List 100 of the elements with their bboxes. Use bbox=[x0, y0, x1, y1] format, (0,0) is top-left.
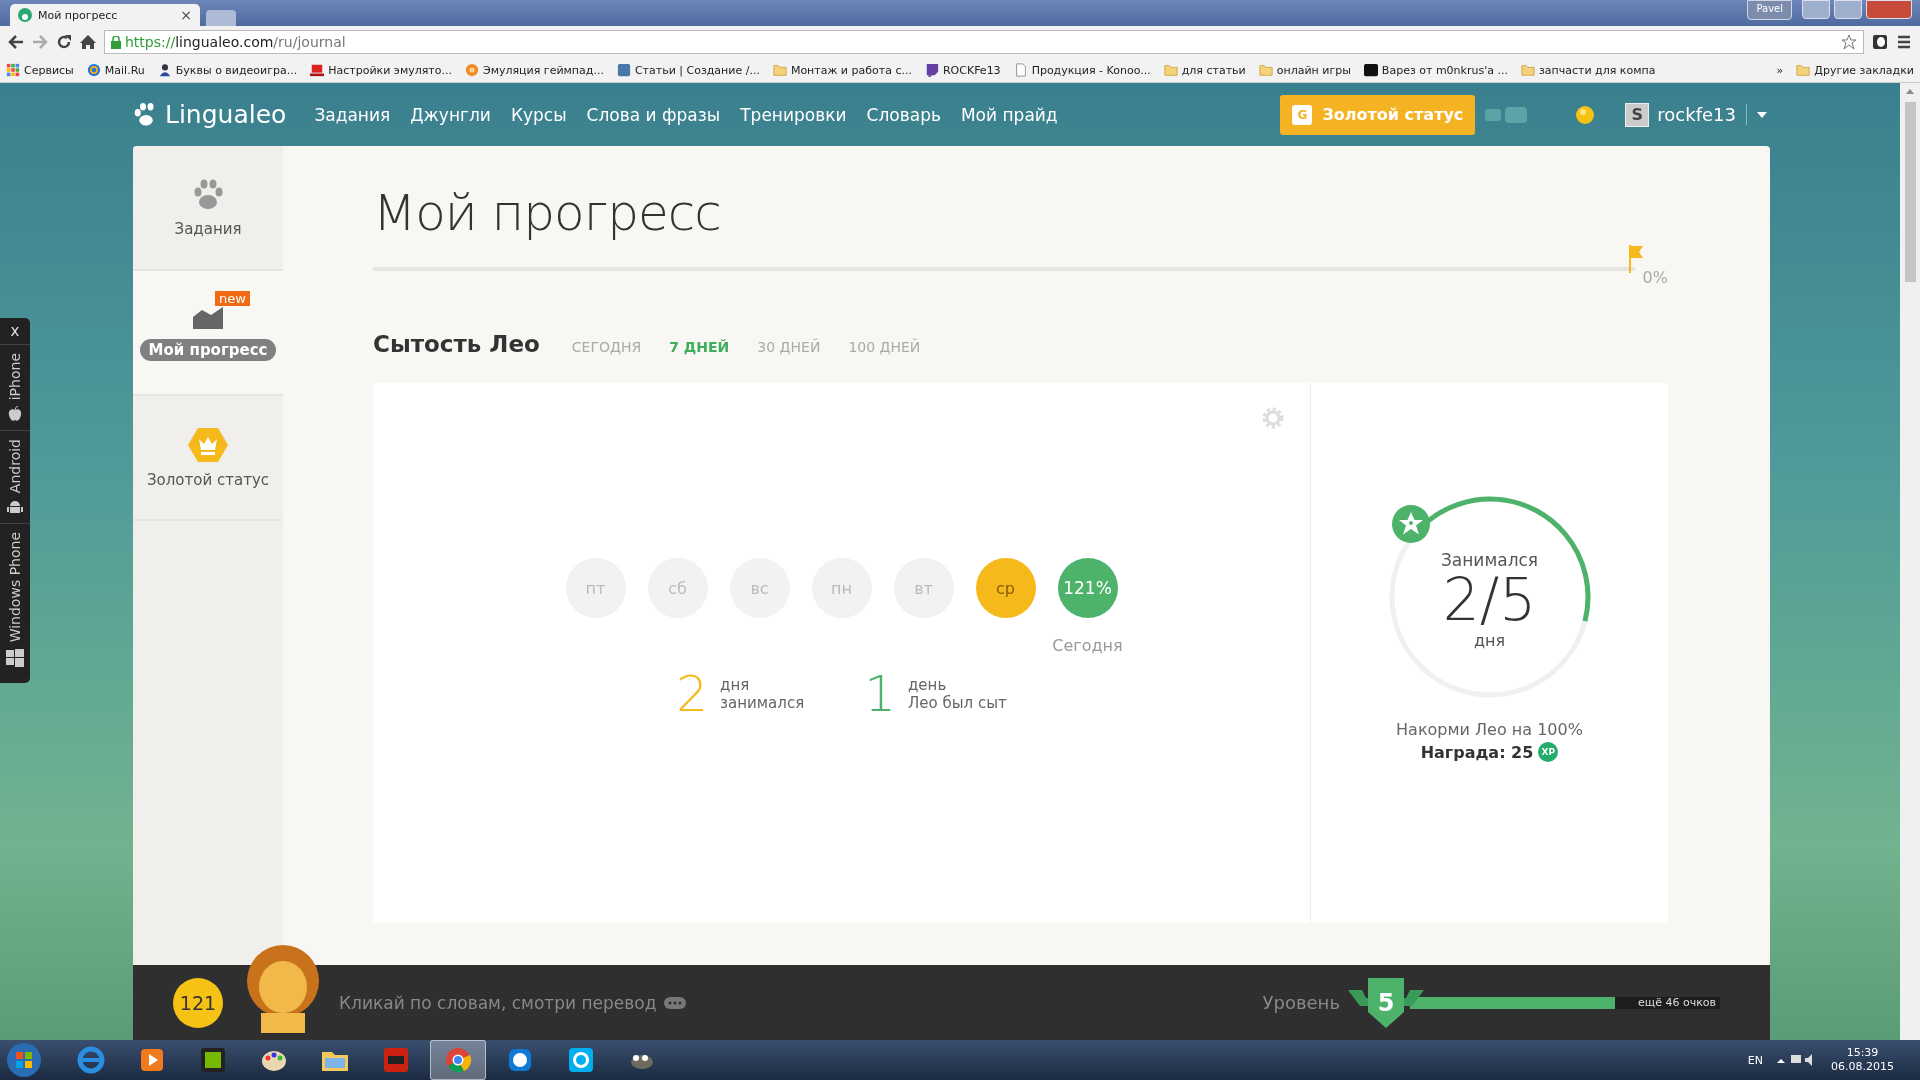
coin-icon[interactable] bbox=[1575, 104, 1596, 125]
bookmark-icon bbox=[1363, 63, 1378, 77]
app-link[interactable]: iPhone bbox=[7, 353, 23, 401]
bookmark[interactable]: Варез от m0nkrus'a ... bbox=[1363, 63, 1508, 77]
level-label: Уровень bbox=[1262, 992, 1340, 1013]
coin-count[interactable]: 121 bbox=[173, 977, 223, 1028]
scrollbar[interactable] bbox=[1900, 83, 1920, 1040]
xp-badge: XP bbox=[1538, 742, 1559, 762]
hint-text: Кликай по словам, смотри перевод bbox=[339, 992, 657, 1013]
address-field[interactable]: https://lingualeo.com/ru/journal bbox=[104, 30, 1864, 54]
page-title: Мой прогресс bbox=[373, 184, 722, 242]
bookmark[interactable]: Продукция - Konoo... bbox=[1013, 63, 1151, 77]
clock-time[interactable]: 15:39 bbox=[1846, 1045, 1879, 1060]
stat-caption: Лео был сыт bbox=[908, 694, 1007, 712]
sidebar-label: Мой прогресс bbox=[139, 338, 277, 361]
browser-tab[interactable]: Мой прогресс × bbox=[10, 4, 200, 26]
sidebar-item[interactable]: new Мой прогресс bbox=[133, 271, 283, 396]
bookmark[interactable]: Mail.Ru bbox=[86, 63, 145, 77]
folder-icon bbox=[772, 63, 787, 77]
stat-caption: день bbox=[908, 676, 948, 694]
apple-icon bbox=[7, 406, 23, 423]
app-link[interactable]: Windows Phone bbox=[7, 532, 23, 643]
bookmark[interactable]: запчасти для компа bbox=[1520, 63, 1656, 77]
today-label: Сегодня bbox=[1052, 636, 1123, 655]
close-button[interactable]: x bbox=[10, 318, 20, 344]
new-badge: new bbox=[215, 291, 250, 306]
logo-text[interactable]: Lingualeo bbox=[165, 100, 287, 129]
folder-icon bbox=[1796, 63, 1811, 77]
bookmark[interactable]: Буквы о видеоигра... bbox=[157, 63, 298, 77]
bookmark[interactable]: Статьи | Создание /... bbox=[616, 63, 760, 77]
ring-heading: Занимался bbox=[1440, 550, 1539, 571]
bookmark-icon bbox=[157, 63, 172, 77]
bookmark[interactable]: онлайн игры bbox=[1258, 63, 1351, 77]
day-circle: ср bbox=[975, 558, 1036, 618]
chart-icon bbox=[192, 304, 224, 331]
windows-icon bbox=[6, 648, 24, 667]
clock-date[interactable]: 06.08.2015 bbox=[1831, 1060, 1894, 1075]
bookmark-icon bbox=[1013, 63, 1028, 77]
bookmark-icon bbox=[616, 63, 631, 77]
tab-title: Мой прогресс bbox=[38, 8, 118, 22]
section-title: Сытость Лео bbox=[373, 331, 540, 357]
nav-link[interactable]: Мой прайд bbox=[960, 104, 1058, 125]
nav-link[interactable]: Тренировки bbox=[740, 104, 847, 125]
nav-link[interactable]: Задания bbox=[314, 104, 391, 125]
stat-caption: занимался bbox=[720, 694, 805, 712]
points-remaining: ещё 46 очков bbox=[1638, 995, 1716, 1009]
browser-icon bbox=[75, 1044, 107, 1076]
crown-icon bbox=[188, 426, 228, 463]
scroll-up-icon[interactable] bbox=[1906, 89, 1914, 94]
language-indicator[interactable]: EN bbox=[1747, 1053, 1763, 1067]
scrollbar-thumb[interactable] bbox=[1904, 102, 1916, 282]
sidebar-item[interactable]: Золотой статус bbox=[133, 396, 283, 521]
sidebar-label: Задания bbox=[174, 219, 242, 238]
stat-caption: дня bbox=[720, 676, 751, 694]
bookmark[interactable]: ROCKFe13 bbox=[924, 63, 1001, 77]
star-badge-icon bbox=[1390, 504, 1431, 544]
start-button[interactable] bbox=[4, 1041, 44, 1079]
more-bookmarks-button[interactable]: » bbox=[1776, 63, 1784, 77]
bookmark[interactable]: Другие закладки bbox=[1796, 63, 1914, 77]
username[interactable]: rockfe13 bbox=[1657, 104, 1747, 125]
bookmark-icon bbox=[465, 63, 479, 77]
lock-icon bbox=[111, 35, 121, 49]
app-link[interactable]: Android bbox=[7, 439, 23, 494]
bookmark[interactable]: Эмуляция геймпад... bbox=[465, 63, 604, 77]
bookmark[interactable]: Монтаж и работа с... bbox=[772, 63, 912, 77]
bookmark-icon bbox=[310, 63, 325, 77]
folder-icon bbox=[1520, 63, 1535, 77]
goal-percent: 0% bbox=[1642, 268, 1668, 287]
bookmark[interactable]: Сервисы bbox=[6, 63, 74, 77]
level-badge: 5 bbox=[1348, 975, 1424, 1030]
close-tab-button[interactable]: × bbox=[180, 7, 192, 23]
back-icon[interactable] bbox=[8, 34, 24, 50]
bookmark[interactable]: Настройки эмулято... bbox=[310, 63, 452, 77]
nav-link[interactable]: Словарь bbox=[866, 104, 941, 125]
menu-icon[interactable] bbox=[1896, 34, 1912, 50]
bookmark-icon bbox=[924, 63, 939, 77]
ring-value: 2/5 bbox=[1442, 570, 1537, 631]
close-button[interactable] bbox=[1866, 0, 1912, 19]
caret-icon[interactable] bbox=[1757, 111, 1767, 118]
sidebar-label: Золотой статус bbox=[147, 470, 269, 489]
folder-icon bbox=[1163, 63, 1178, 77]
star-icon[interactable] bbox=[1841, 34, 1857, 50]
flag-icon bbox=[1628, 244, 1643, 273]
bookmark-icon bbox=[6, 63, 20, 77]
ring-unit: дня bbox=[1473, 630, 1506, 650]
avatar[interactable]: S bbox=[1625, 102, 1650, 127]
bookmark-icon bbox=[86, 63, 101, 77]
android-icon bbox=[7, 499, 23, 516]
bookmark[interactable]: для статьи bbox=[1163, 63, 1246, 77]
day-circle: 121% bbox=[1057, 558, 1118, 618]
folder-icon bbox=[1258, 63, 1273, 77]
nav-link[interactable]: Курсы bbox=[510, 104, 567, 125]
home-icon[interactable] bbox=[80, 34, 96, 50]
reload-icon[interactable] bbox=[56, 34, 72, 50]
stat-value: 1 bbox=[864, 669, 896, 719]
nav-link[interactable]: Слова и фразы bbox=[586, 104, 721, 125]
goal-task: Накорми Лео на 100% bbox=[1396, 720, 1583, 739]
stat-value: 2 bbox=[676, 669, 709, 719]
extension-icon[interactable] bbox=[1872, 34, 1888, 50]
nav-link[interactable]: Джунгли bbox=[410, 104, 491, 125]
